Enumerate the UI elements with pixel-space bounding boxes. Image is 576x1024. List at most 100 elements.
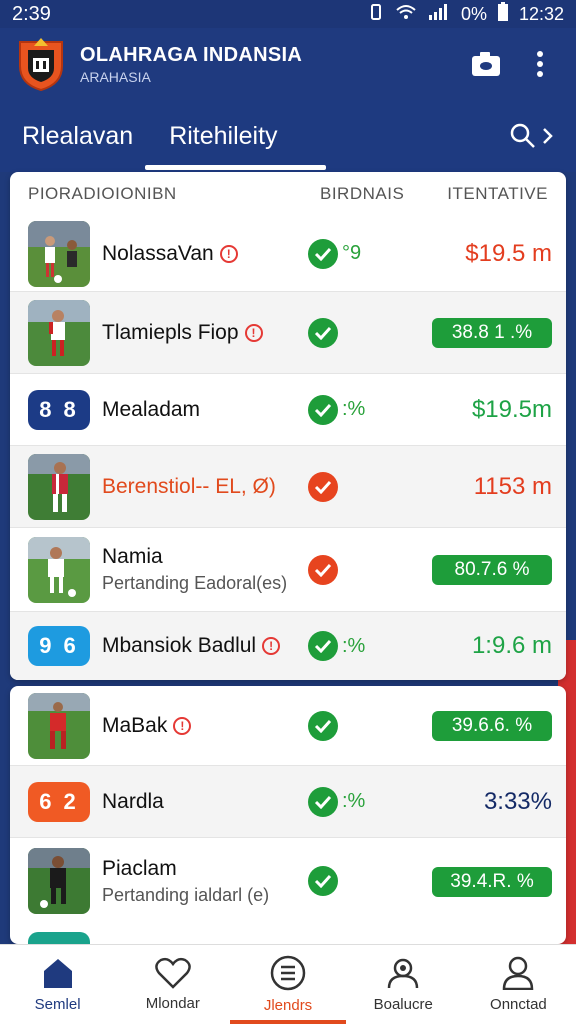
warning-icon: ! <box>219 244 238 263</box>
status-text: :% <box>342 634 366 657</box>
status-text: °9 <box>342 242 362 264</box>
document-icon <box>270 955 306 991</box>
list-item[interactable]: Namia Pertanding Eadoral(es) 80.7.6 % <box>10 528 566 612</box>
vibrate-icon <box>367 3 385 26</box>
player-photo <box>28 536 90 603</box>
list-item[interactable]: 6 2 Nardla :% 3:33% <box>10 766 566 838</box>
player-photo <box>28 220 90 287</box>
nav-favorites[interactable]: Mlondar <box>115 945 230 1024</box>
status-cell <box>308 866 426 896</box>
check-icon <box>308 394 338 425</box>
check-icon <box>308 317 338 348</box>
nav-profile[interactable]: Onnctad <box>461 945 576 1024</box>
people-icon <box>387 958 419 989</box>
warning-icon: ! <box>173 716 192 735</box>
player-name: NolassaVan! <box>102 242 308 266</box>
status-cell <box>308 554 426 585</box>
value-pill: 38.8 1 .% <box>432 318 552 348</box>
player-subtitle: Pertanding ialdarl (e) <box>102 884 270 905</box>
list-item[interactable]: 9 6 Mbansiok Badlul! :% 1:9.6 m <box>10 612 566 680</box>
player-name: Namia Pertanding Eadoral(es) <box>102 545 308 594</box>
status-text: :% <box>342 398 366 420</box>
search-icon <box>510 123 535 148</box>
status-cell: °9 <box>308 238 426 269</box>
column-header-name: PIORADIOIONIBN <box>28 184 177 203</box>
tab-ritehileity[interactable]: Ritehileity <box>145 100 327 172</box>
battery-percent: 0% <box>460 3 487 24</box>
player-name: Mealadam <box>102 397 201 421</box>
nav-label: Semlel <box>34 996 81 1013</box>
status-text: :% <box>342 790 366 812</box>
player-name: Piaclam Pertanding ialdarl (e) <box>102 857 308 906</box>
tab-relevan[interactable]: Rlealavan <box>22 100 133 172</box>
value-text: $19.5 m <box>465 239 552 267</box>
player-name: Berenstiol-- EL, Ø) <box>102 474 276 498</box>
more-options-button[interactable] <box>520 44 560 84</box>
nav-group[interactable]: Boalucre <box>346 945 461 1024</box>
ranking-card-2: MaBak! 39.6.6. % 6 2 Nardla :% 3:33% Pia… <box>10 686 566 944</box>
nav-label: Mlondar <box>145 995 200 1012</box>
list-item[interactable]: Tlamiepls Fiop! 38.8 1 .% <box>10 292 566 374</box>
chevron-right-icon <box>543 128 553 144</box>
home-icon <box>43 959 72 988</box>
number-badge: 8 8 <box>28 389 90 430</box>
bottom-navigation: Semlel Mlondar Jlendrs Boalucre Onnctad <box>0 944 576 1024</box>
battery-icon <box>497 1 509 27</box>
list-item[interactable]: Berenstiol-- EL, Ø) 1153 m <box>10 446 566 528</box>
value-pill: 39.6.6. % <box>432 711 552 741</box>
nav-home[interactable]: Semlel <box>0 945 115 1024</box>
value-pill: 80.7.6 % <box>432 555 552 585</box>
status-cell: :% <box>308 786 426 817</box>
app-bar: OLAHRAGA INDANSIA ARAHASIA <box>0 28 576 100</box>
app-subtitle: ARAHASIA <box>80 68 151 85</box>
check-icon <box>308 710 338 741</box>
more-vert-icon <box>537 51 543 77</box>
value-cell: 39.6.6. % <box>426 710 552 741</box>
list-item[interactable]: MaBak! 39.6.6. % <box>10 686 566 766</box>
app-logo <box>16 36 66 92</box>
value-text: $19.5m <box>471 395 552 423</box>
nav-documents[interactable]: Jlendrs <box>230 945 346 1024</box>
number-badge: 9 6 <box>28 626 90 666</box>
player-name: Nardla <box>102 789 164 813</box>
column-header-status: BIRDNAIS <box>320 184 405 203</box>
player-name: Tlamiepls Fiop! <box>102 321 308 345</box>
signal-icon <box>427 3 451 26</box>
list-item[interactable]: Piaclam Pertanding ialdarl (e) 39.4.R. % <box>10 838 566 924</box>
status-cell <box>308 471 426 502</box>
column-headers: PIORADIOIONIBN BIRDNAIS ITENTATIVE <box>10 172 566 216</box>
person-icon <box>503 956 534 990</box>
camera-button[interactable] <box>466 44 506 84</box>
warning-icon: ! <box>244 323 263 342</box>
status-cell: :% <box>308 394 426 425</box>
status-cell: :% <box>308 631 426 661</box>
list-item[interactable]: NolassaVan! °9 $19.5 m <box>10 216 566 292</box>
value-text: 1153 m <box>473 472 552 500</box>
ranking-card: PIORADIOIONIBN BIRDNAIS ITENTATIVE Nolas… <box>10 172 566 680</box>
heart-icon <box>155 957 191 989</box>
nav-label: Boalucre <box>373 996 433 1013</box>
tab-bar: Rlealavan Ritehileity <box>0 100 576 172</box>
value-cell: 39.4.R. % <box>426 866 552 897</box>
list-item[interactable]: 8 8 Mealadam :% $19.5m <box>10 374 566 446</box>
status-cell <box>308 317 426 348</box>
check-icon <box>308 866 338 896</box>
check-icon <box>308 786 338 817</box>
nav-label: Onnctad <box>490 996 547 1013</box>
status-cell <box>308 710 426 741</box>
player-name: Mbansiok Badlul! <box>102 634 308 658</box>
nav-label: Jlendrs <box>263 997 313 1014</box>
value-cell: 80.7.6 % <box>426 554 552 585</box>
player-photo <box>28 453 90 520</box>
search-button[interactable] <box>510 123 554 149</box>
player-name: MaBak! <box>102 714 308 738</box>
check-icon <box>308 471 338 502</box>
check-icon <box>308 631 338 661</box>
check-icon <box>308 238 338 269</box>
status-bar: 2:39 0% 12:32 <box>0 0 576 28</box>
player-photo <box>28 299 90 366</box>
number-badge: 6 2 <box>28 781 90 822</box>
player-photo <box>28 848 90 914</box>
status-time: 2:39 <box>12 2 51 25</box>
value-cell: 38.8 1 .% <box>426 317 552 348</box>
